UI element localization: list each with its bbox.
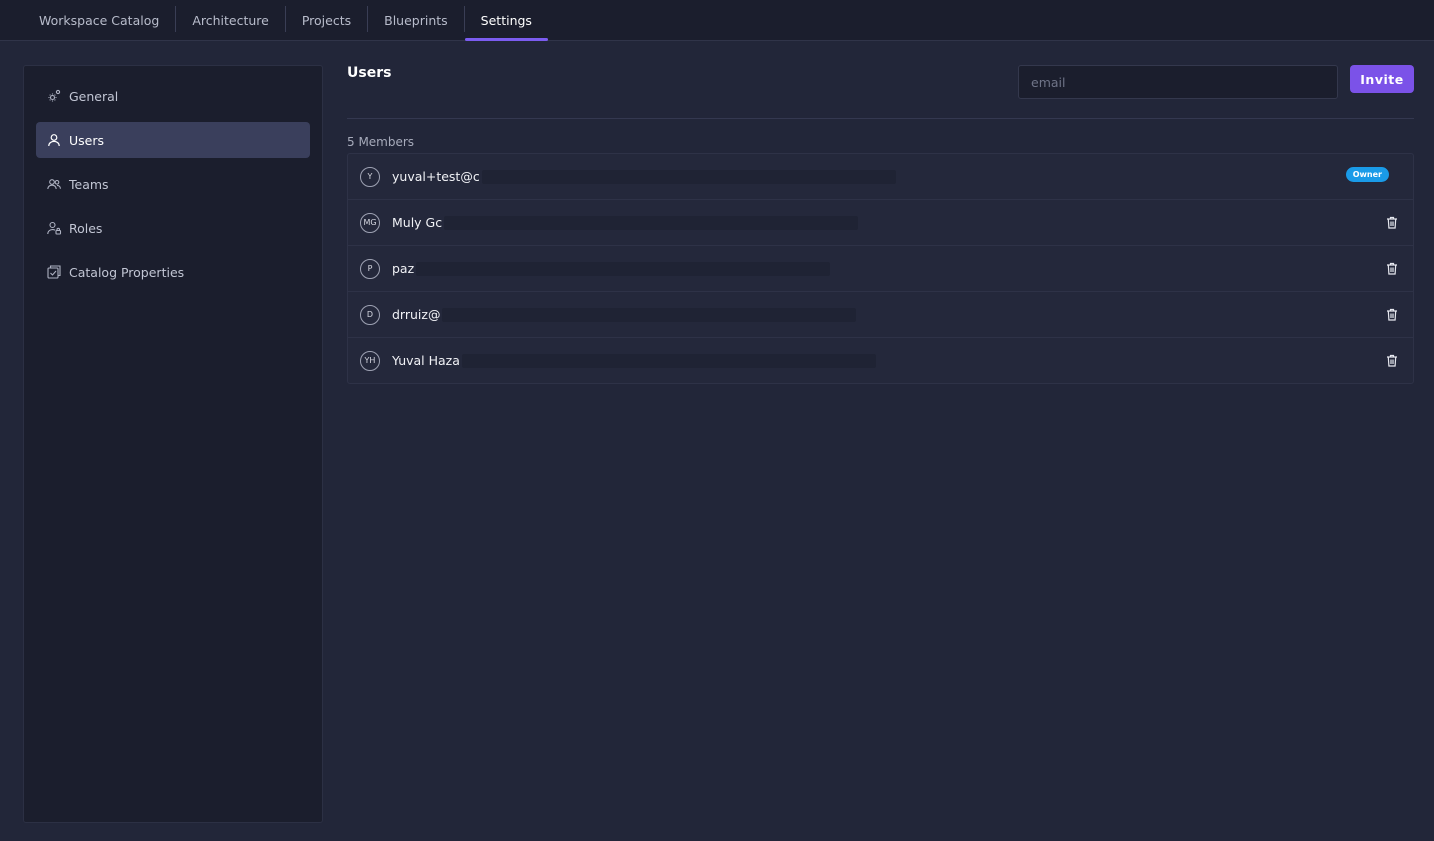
redacted-email [416,261,831,276]
sidebar-item-roles[interactable]: Roles [36,210,310,246]
sidebar-item-label: Teams [69,176,109,192]
tab-architecture[interactable]: Architecture [176,0,285,40]
sidebar-item-label: Catalog Properties [69,264,185,280]
trash-icon[interactable] [1385,353,1399,367]
sidebar-item-teams[interactable]: Teams [36,166,310,202]
member-name: Yuval Haza [392,353,460,368]
tab-projects[interactable]: Projects [286,0,367,40]
section-divider [347,118,1414,119]
tab-label: Settings [480,12,532,28]
member-name: Muly Gc [392,215,443,230]
member-row: YH Yuval Haza [348,338,1413,383]
sidebar-item-general[interactable]: General [36,78,310,114]
member-row: MG Muly Gc [348,200,1413,246]
invite-button[interactable]: Invite [1350,65,1414,93]
member-name: drruiz@ [392,307,441,322]
owner-badge: Owner [1345,167,1389,182]
avatar: YH [360,350,380,371]
tab-settings[interactable]: Settings [464,0,549,41]
sidebar-item-catalog-properties[interactable]: Catalog Properties [36,254,310,290]
invite-email-input[interactable] [1018,65,1338,99]
sidebar-item-label: Roles [69,220,103,236]
members-list: Y yuval+test@c Owner MG Muly Gc P paz D … [347,153,1414,384]
redacted-email [442,307,857,322]
user-icon [46,132,62,148]
avatar: Y [360,166,380,187]
tab-label: Workspace Catalog [39,12,160,28]
tab-workspace-catalog[interactable]: Workspace Catalog [23,0,175,40]
top-navigation: Workspace Catalog Architecture Projects … [0,0,1434,41]
sidebar-item-label: Users [69,132,105,148]
member-row: D drruiz@ [348,292,1413,338]
redacted-email [461,353,876,368]
tab-label: Blueprints [384,12,448,28]
redacted-email [481,169,896,184]
sidebar-item-users[interactable]: Users [36,122,310,158]
user-lock-icon [46,220,62,236]
sidebar-item-label: General [69,88,119,104]
page-title: Users [347,65,392,81]
member-name: yuval+test@c [392,169,480,184]
member-row: P paz [348,246,1413,292]
avatar: P [360,258,380,279]
trash-icon[interactable] [1385,307,1399,321]
members-count: 5 Members [347,135,415,149]
settings-sidebar: General Users Teams Roles Catalog Proper… [23,65,323,823]
tab-label: Projects [301,12,352,28]
member-row: Y yuval+test@c Owner [348,154,1413,200]
avatar: MG [360,212,380,233]
tab-label: Architecture [192,12,269,28]
trash-icon[interactable] [1385,261,1399,275]
tab-blueprints[interactable]: Blueprints [368,0,464,40]
team-icon [46,176,62,192]
trash-icon[interactable] [1385,215,1399,229]
redacted-email [444,215,859,230]
gear-icon [46,88,62,104]
member-name: paz [392,261,415,276]
avatar: D [360,304,380,325]
catalog-check-icon [46,264,62,280]
